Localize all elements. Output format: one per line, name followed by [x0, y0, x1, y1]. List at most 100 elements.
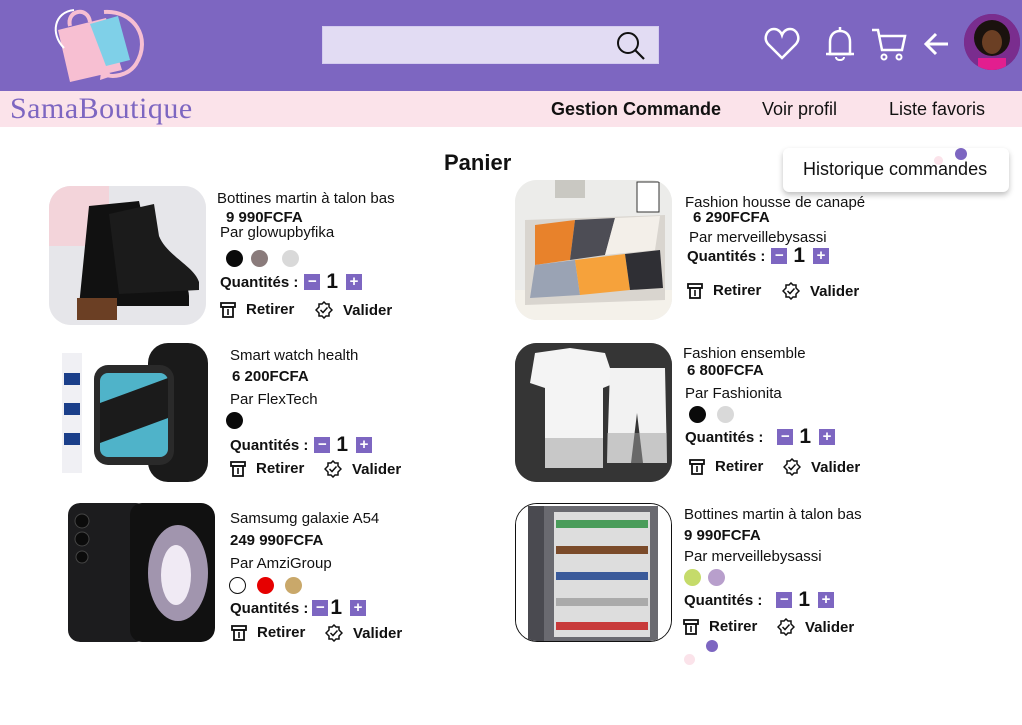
- product-seller[interactable]: Par Fashionita: [685, 385, 782, 402]
- product-image[interactable]: [515, 503, 672, 642]
- search-icon[interactable]: [616, 31, 646, 61]
- increment-button[interactable]: +: [819, 429, 836, 445]
- color-option-white[interactable]: [229, 577, 246, 594]
- product-seller[interactable]: Par AmziGroup: [230, 555, 332, 572]
- product-name: Samsumg galaxie A54: [230, 510, 380, 527]
- color-option-red[interactable]: [257, 577, 274, 594]
- validate-label: Valider: [343, 301, 393, 319]
- product-price: 9 990FCFA: [684, 527, 761, 544]
- product-price: 6 200FCFA: [232, 368, 309, 385]
- product-image[interactable]: [49, 186, 206, 325]
- decrement-button[interactable]: −: [771, 248, 788, 264]
- increment-button[interactable]: +: [356, 437, 373, 453]
- product-seller[interactable]: Par FlexTech: [230, 391, 318, 408]
- decor-dot: [955, 148, 967, 160]
- color-option-gold[interactable]: [285, 577, 302, 594]
- quantity-label: Quantités :: [685, 428, 764, 446]
- validate-button[interactable]: Valider: [324, 460, 401, 478]
- color-option-black[interactable]: [689, 406, 706, 423]
- product-name: Bottines martin à talon bas: [217, 190, 395, 207]
- quantity-stepper: Quantités : − 1 +: [230, 433, 378, 457]
- remove-button[interactable]: Retirer: [220, 301, 294, 318]
- remove-button[interactable]: Retirer: [231, 624, 305, 641]
- quantity-value: 1: [326, 270, 339, 293]
- quantity-label: Quantités :: [684, 591, 763, 609]
- validate-label: Valider: [352, 460, 402, 478]
- avatar[interactable]: [964, 14, 1020, 70]
- decor-dot: [706, 640, 718, 652]
- quantity-value: 1: [798, 588, 811, 611]
- product-seller[interactable]: Par glowupbyfika: [220, 224, 334, 241]
- increment-button[interactable]: +: [346, 274, 363, 290]
- color-option-lime[interactable]: [684, 569, 701, 586]
- remove-label: Retirer: [713, 282, 762, 299]
- validate-label: Valider: [805, 618, 855, 636]
- product-image[interactable]: [66, 503, 215, 642]
- historique-commandes-menu-item[interactable]: Historique commandes: [783, 148, 1009, 192]
- product-price: 249 990FCFA: [230, 532, 324, 549]
- color-option-lilac[interactable]: [708, 569, 725, 586]
- trash-icon: [683, 618, 699, 635]
- increment-button[interactable]: +: [813, 248, 830, 264]
- color-option-black[interactable]: [226, 412, 243, 429]
- validate-button[interactable]: Valider: [325, 624, 402, 642]
- remove-label: Retirer: [257, 624, 306, 641]
- validate-button[interactable]: Valider: [777, 618, 854, 636]
- remove-button[interactable]: Retirer: [689, 458, 763, 475]
- decrement-button[interactable]: −: [314, 437, 331, 453]
- remove-button[interactable]: Retirer: [683, 618, 757, 635]
- verified-badge-icon: [324, 460, 342, 478]
- product-image[interactable]: [515, 180, 672, 320]
- heart-icon[interactable]: [764, 26, 800, 62]
- bell-icon[interactable]: [822, 26, 858, 62]
- decrement-button[interactable]: −: [312, 600, 329, 616]
- trash-icon: [230, 460, 246, 477]
- quantity-value: 1: [799, 425, 812, 448]
- validate-button[interactable]: Valider: [782, 282, 859, 300]
- color-option-gray[interactable]: [282, 250, 299, 267]
- remove-button[interactable]: Retirer: [230, 460, 304, 477]
- decor-dot: [934, 156, 943, 165]
- brand-name[interactable]: SamaBoutique: [10, 92, 193, 126]
- color-option-black[interactable]: [226, 250, 243, 267]
- product-image[interactable]: [58, 343, 215, 482]
- trash-icon: [220, 301, 236, 318]
- quantity-stepper: Quantités : − 1 +: [220, 270, 368, 294]
- remove-button[interactable]: Retirer: [687, 282, 761, 299]
- shopping-bag-logo-icon[interactable]: [44, 4, 150, 84]
- remove-label: Retirer: [246, 301, 295, 318]
- quantity-stepper: Quantités : − 1 +: [684, 588, 840, 612]
- shoe-rack-image-icon: [516, 504, 671, 641]
- quantity-value: 1: [336, 433, 349, 456]
- verified-badge-icon: [325, 624, 343, 642]
- verified-badge-icon: [315, 301, 333, 319]
- decrement-button[interactable]: −: [776, 592, 793, 608]
- validate-button[interactable]: Valider: [783, 458, 860, 476]
- quantity-label: Quantités :: [220, 273, 299, 291]
- color-option-taupe[interactable]: [251, 250, 268, 267]
- smartphone-image-icon: [66, 503, 215, 642]
- decrement-button[interactable]: −: [304, 274, 321, 290]
- validate-button[interactable]: Valider: [315, 301, 392, 319]
- nav-liste-favoris[interactable]: Liste favoris: [889, 99, 985, 120]
- remove-label: Retirer: [709, 618, 758, 635]
- sofa-image-icon: [515, 180, 672, 320]
- validate-label: Valider: [811, 458, 861, 476]
- decrement-button[interactable]: −: [777, 429, 794, 445]
- search-bar[interactable]: [322, 26, 659, 64]
- product-seller[interactable]: Par merveillebysassi: [684, 548, 822, 565]
- increment-button[interactable]: +: [818, 592, 835, 608]
- nav-gestion-commande[interactable]: Gestion Commande: [551, 99, 721, 120]
- product-image[interactable]: [515, 343, 672, 482]
- quantity-value: 1: [330, 596, 343, 619]
- product-price: 6 290FCFA: [693, 209, 770, 226]
- page-title: Panier: [444, 150, 512, 175]
- color-option-gray[interactable]: [717, 406, 734, 423]
- nav-voir-profil[interactable]: Voir profil: [762, 99, 837, 120]
- tshirt-set-image-icon: [515, 343, 672, 482]
- verified-badge-icon: [782, 282, 800, 300]
- increment-button[interactable]: +: [350, 600, 367, 616]
- product-name: Smart watch health: [230, 347, 359, 364]
- back-arrow-icon[interactable]: [922, 26, 952, 62]
- cart-icon[interactable]: [871, 26, 907, 62]
